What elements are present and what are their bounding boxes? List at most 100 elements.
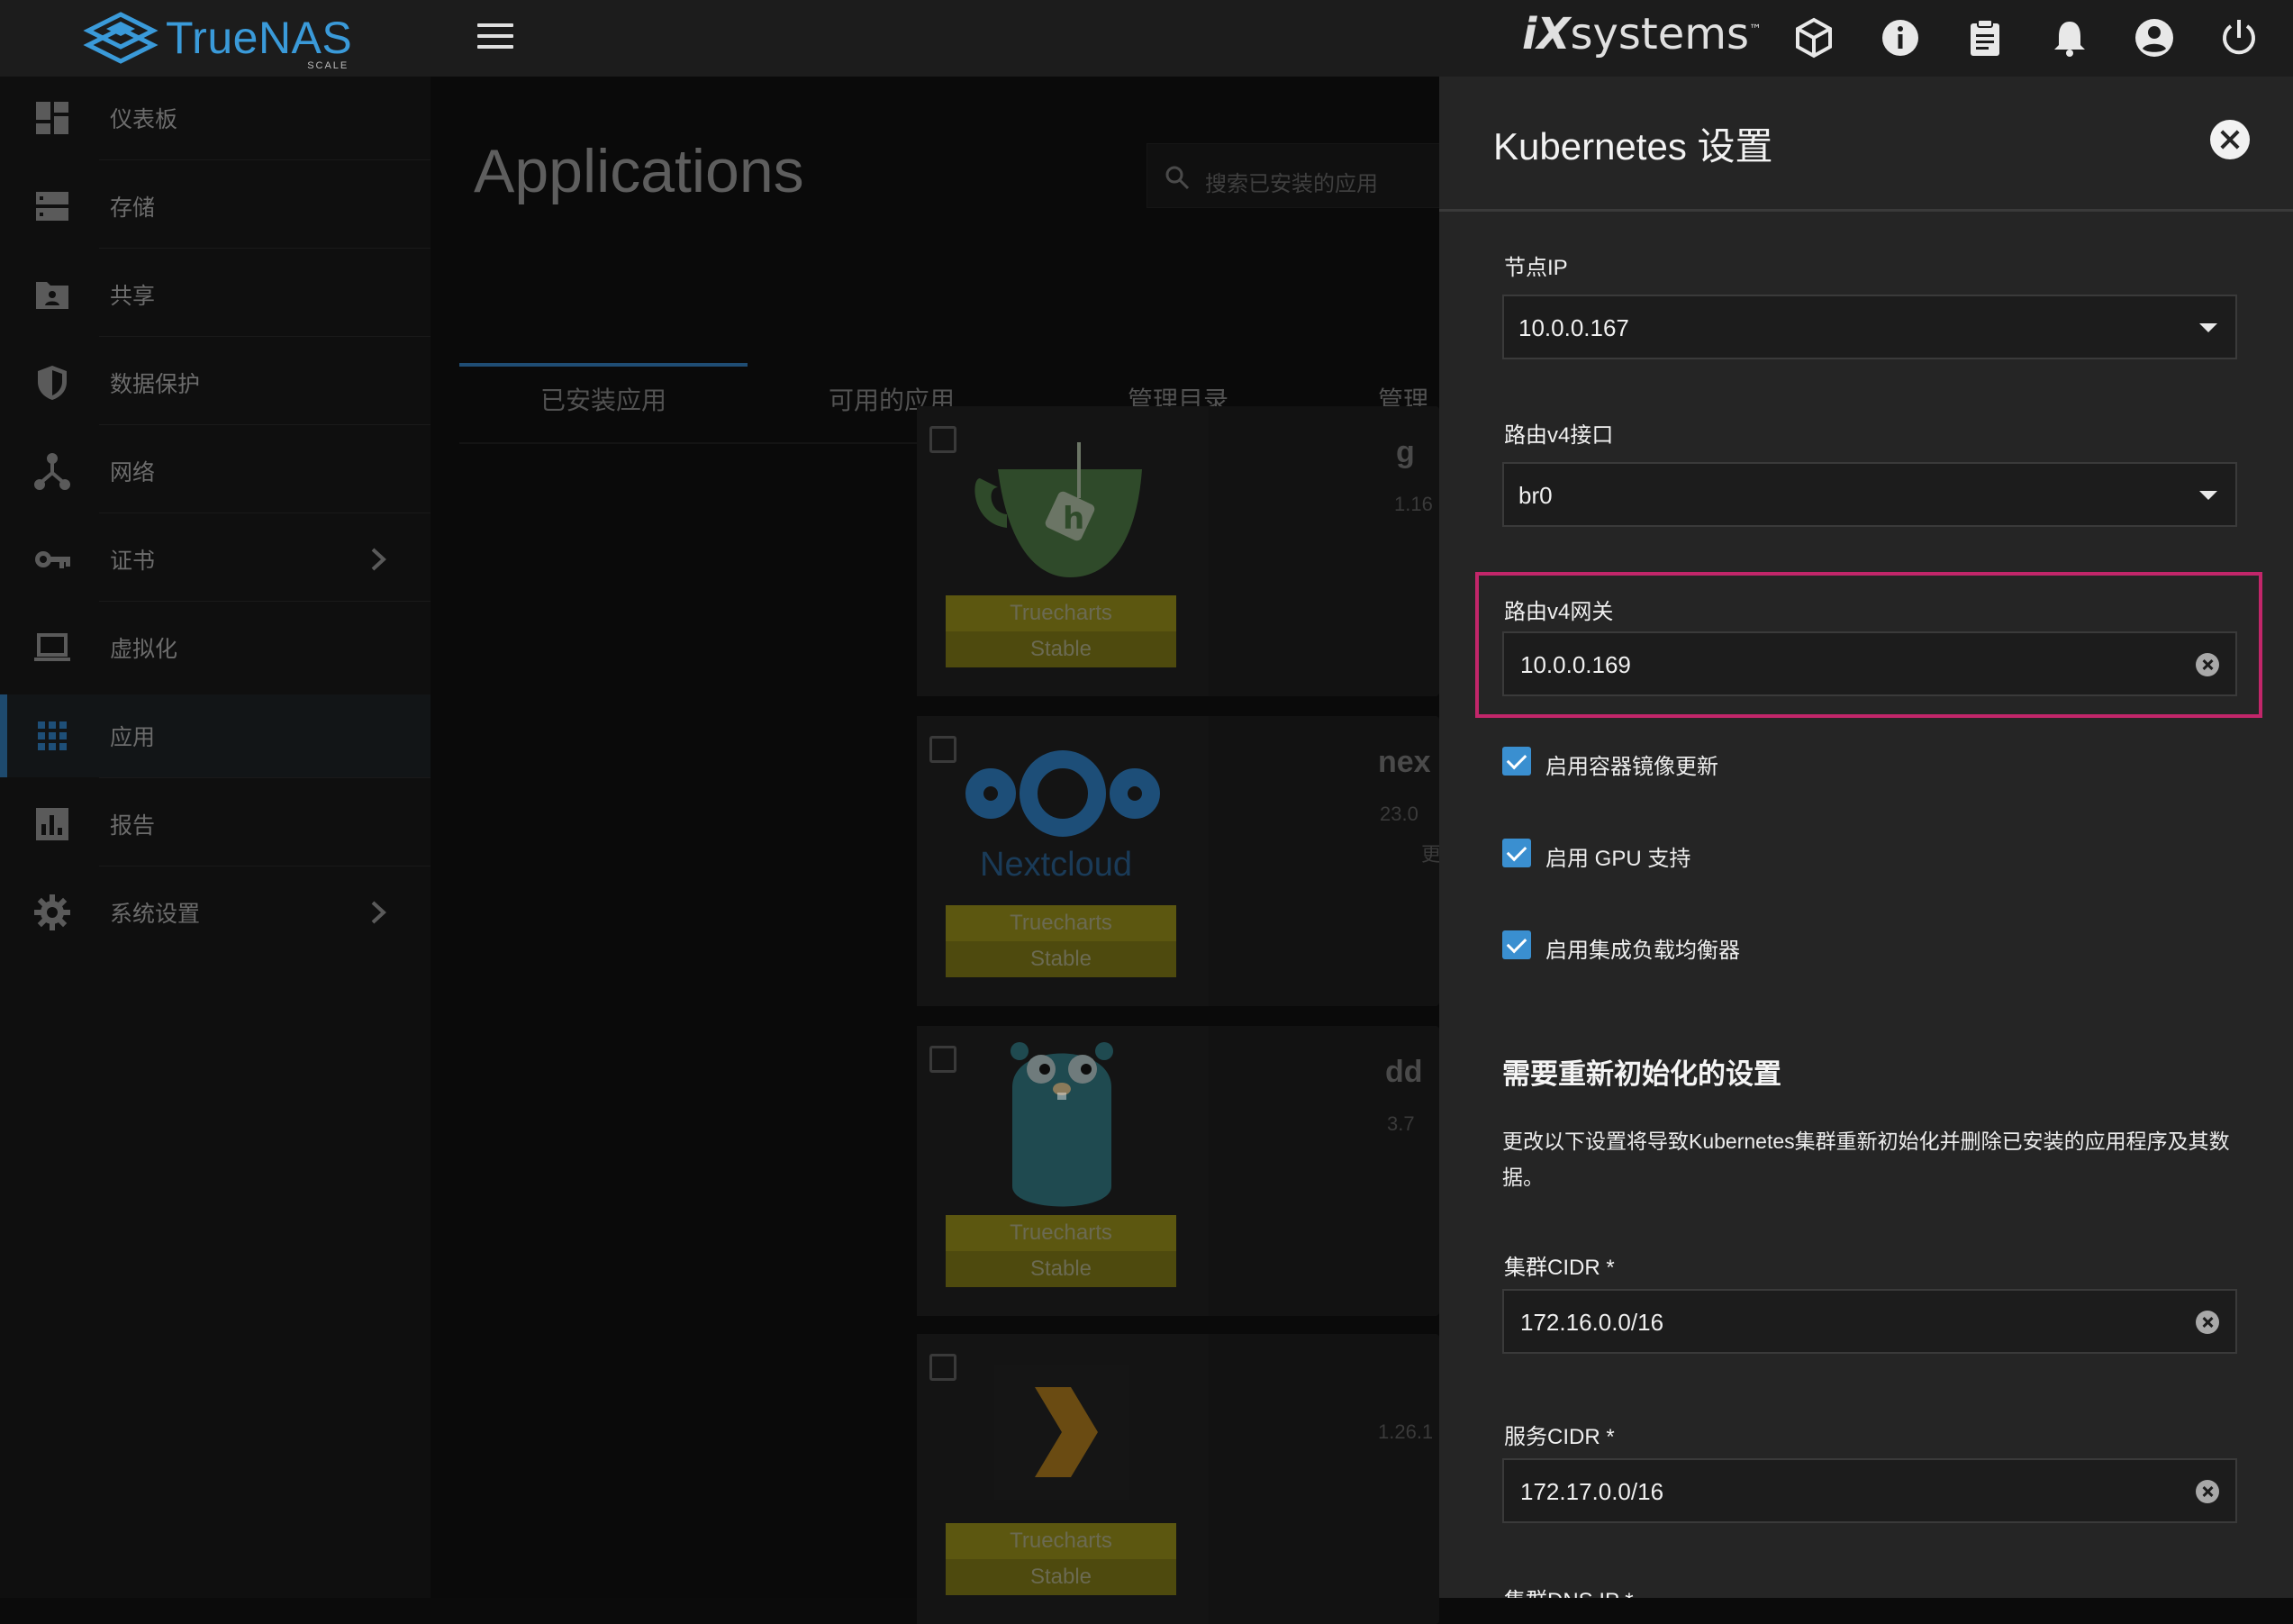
sidebar-item-data-protection[interactable]: 数据保护 bbox=[0, 341, 431, 424]
cluster-cidr-input[interactable]: 172.16.0.0/16 bbox=[1502, 1289, 2237, 1354]
search-placeholder: 搜索已安装的应用 bbox=[1205, 172, 1378, 196]
ixsystems-logo-text: systems bbox=[1570, 9, 1750, 59]
gitea-logo-icon: h bbox=[974, 442, 1142, 577]
enable-gpu-checkbox[interactable] bbox=[1502, 839, 1531, 867]
app-name: g bbox=[1396, 435, 1415, 469]
top-toolbar: TrueNAS SCALE iXsystems™ bbox=[0, 0, 2293, 77]
route-v4-gateway-input[interactable]: 10.0.0.169 bbox=[1502, 631, 2237, 696]
hamburger-line bbox=[477, 34, 513, 38]
enable-load-balancer-checkbox[interactable] bbox=[1502, 930, 1531, 959]
route-v4-interface-select[interactable]: br0 bbox=[1502, 462, 2237, 527]
sidebar-item-certificates[interactable]: 证书 bbox=[0, 518, 431, 601]
sidebar-item-label: 报告 bbox=[110, 813, 156, 839]
train-badge: Truecharts bbox=[946, 1215, 1176, 1251]
storage-icon bbox=[36, 192, 68, 221]
sidebar-item-label: 证书 bbox=[110, 549, 156, 574]
app-card[interactable]: Nextcloud Truecharts Stable nex 23.0 更 bbox=[917, 716, 1442, 1006]
sidebar-item-system-settings[interactable]: 系统设置 bbox=[0, 871, 431, 954]
divider bbox=[99, 424, 431, 425]
divider bbox=[99, 777, 431, 778]
key-icon bbox=[35, 551, 70, 568]
sidebar-item-dashboard[interactable]: 仪表板 bbox=[0, 77, 431, 159]
app-extra-info: 更 bbox=[1421, 843, 1442, 866]
sidebar-item-shares[interactable]: 共享 bbox=[0, 253, 431, 336]
folder-share-icon bbox=[36, 282, 68, 309]
enable-image-updates-checkbox[interactable] bbox=[1502, 747, 1531, 776]
sidebar-item-label: 虚拟化 bbox=[110, 637, 178, 662]
stability-badge: Stable bbox=[946, 1251, 1176, 1287]
divider bbox=[99, 601, 431, 602]
sidebar-item-label: 共享 bbox=[110, 284, 156, 309]
truecommand-icon[interactable] bbox=[1792, 16, 1835, 59]
service-cidr-value: 172.17.0.0/16 bbox=[1520, 1478, 1664, 1505]
route-v4-gateway-value: 10.0.0.169 bbox=[1520, 651, 1631, 678]
gear-icon bbox=[34, 894, 70, 930]
app-select-checkbox[interactable] bbox=[929, 736, 956, 763]
app-select-checkbox[interactable] bbox=[929, 1354, 956, 1381]
app-card[interactable]: Truecharts Stable 1.26.1 bbox=[917, 1334, 1439, 1624]
chevron-right-icon bbox=[371, 901, 386, 924]
app-name: nex bbox=[1378, 745, 1431, 779]
clear-icon[interactable] bbox=[2196, 1311, 2219, 1334]
kubernetes-settings-panel: Kubernetes 设置 节点IP 10.0.0.167 路由v4接口 br0… bbox=[1439, 77, 2293, 1598]
search-icon bbox=[1165, 166, 1190, 190]
shield-icon bbox=[38, 366, 67, 400]
close-icon[interactable] bbox=[2210, 120, 2250, 159]
app-card[interactable]: h Truecharts Stable g 1.16 bbox=[917, 406, 1439, 696]
sidebar-item-virtualization[interactable]: 虚拟化 bbox=[0, 606, 431, 689]
laptop-icon bbox=[34, 633, 70, 661]
enable-gpu-label: 启用 GPU 支持 bbox=[1545, 847, 1691, 871]
ixsystems-logo[interactable]: iXsystems™ bbox=[1522, 9, 1762, 59]
bell-icon[interactable] bbox=[2048, 16, 2091, 59]
sidebar-item-network[interactable]: 网络 bbox=[0, 430, 431, 513]
logo-wordmark: TrueNAS SCALE bbox=[166, 12, 353, 71]
route-v4-interface-value: br0 bbox=[1518, 482, 1553, 509]
network-icon bbox=[34, 453, 70, 490]
sidebar-item-label: 仪表板 bbox=[110, 107, 178, 132]
tab-installed-apps[interactable]: 已安装应用 bbox=[540, 381, 666, 417]
app-select-checkbox[interactable] bbox=[929, 1046, 956, 1073]
clear-icon[interactable] bbox=[2196, 653, 2219, 676]
train-badge: Truecharts bbox=[946, 905, 1176, 941]
main-content: Applications 搜索已安装的应用 已安装应用 可用的应用 管理目录 管… bbox=[431, 77, 1442, 1624]
app-select-checkbox[interactable] bbox=[929, 426, 956, 453]
page-title: Applications bbox=[474, 137, 804, 205]
panel-header: Kubernetes 设置 bbox=[1439, 77, 2293, 212]
ixsystems-logo-mark: iX bbox=[1522, 9, 1571, 59]
sidebar-item-apps[interactable]: 应用 bbox=[0, 694, 431, 777]
nextcloud-logo-text: Nextcloud bbox=[980, 846, 1132, 884]
train-badge: Truecharts bbox=[946, 1523, 1176, 1559]
enable-load-balancer-label: 启用集成负载均衡器 bbox=[1545, 939, 1740, 963]
hamburger-line bbox=[477, 45, 513, 49]
service-cidr-input[interactable]: 172.17.0.0/16 bbox=[1502, 1458, 2237, 1523]
node-ip-select[interactable]: 10.0.0.167 bbox=[1502, 295, 2237, 359]
sidebar-item-label: 系统设置 bbox=[110, 902, 201, 927]
stability-badge: Stable bbox=[946, 631, 1176, 667]
divider bbox=[99, 248, 431, 249]
cluster-dns-ip-label: 集群DNS IP * bbox=[1504, 1583, 1634, 1598]
divider bbox=[99, 159, 431, 160]
power-icon[interactable] bbox=[2217, 16, 2261, 59]
sidebar-item-reporting[interactable]: 报告 bbox=[0, 783, 431, 866]
search-input[interactable]: 搜索已安装的应用 bbox=[1146, 143, 1439, 208]
menu-toggle-button[interactable] bbox=[477, 23, 513, 52]
info-icon[interactable] bbox=[1879, 16, 1922, 59]
app-version: 1.26.1 bbox=[1378, 1420, 1434, 1443]
ixsystems-logo-tm: ™ bbox=[1749, 23, 1763, 37]
account-circle-icon[interactable] bbox=[2133, 16, 2176, 59]
service-cidr-label: 服务CIDR * bbox=[1504, 1425, 1615, 1449]
route-v4-gateway-label: 路由v4网关 bbox=[1504, 600, 1614, 624]
node-ip-label: 节点IP bbox=[1504, 256, 1568, 280]
app-card[interactable]: Truecharts Stable dd 3.7 bbox=[917, 1026, 1439, 1316]
apps-grid-icon bbox=[38, 721, 67, 750]
logo-subtext: SCALE bbox=[307, 60, 349, 71]
active-tab-indicator bbox=[459, 363, 748, 367]
cluster-cidr-value: 172.16.0.0/16 bbox=[1520, 1309, 1664, 1336]
sidebar-item-storage[interactable]: 存储 bbox=[0, 165, 431, 248]
clipboard-tasks-icon[interactable] bbox=[1963, 16, 2007, 59]
logo-text: TrueNAS bbox=[166, 13, 353, 63]
truenas-logo[interactable]: TrueNAS SCALE bbox=[83, 7, 353, 71]
divider bbox=[99, 336, 431, 337]
train-badge: Truecharts bbox=[946, 595, 1176, 631]
clear-icon[interactable] bbox=[2196, 1480, 2219, 1503]
